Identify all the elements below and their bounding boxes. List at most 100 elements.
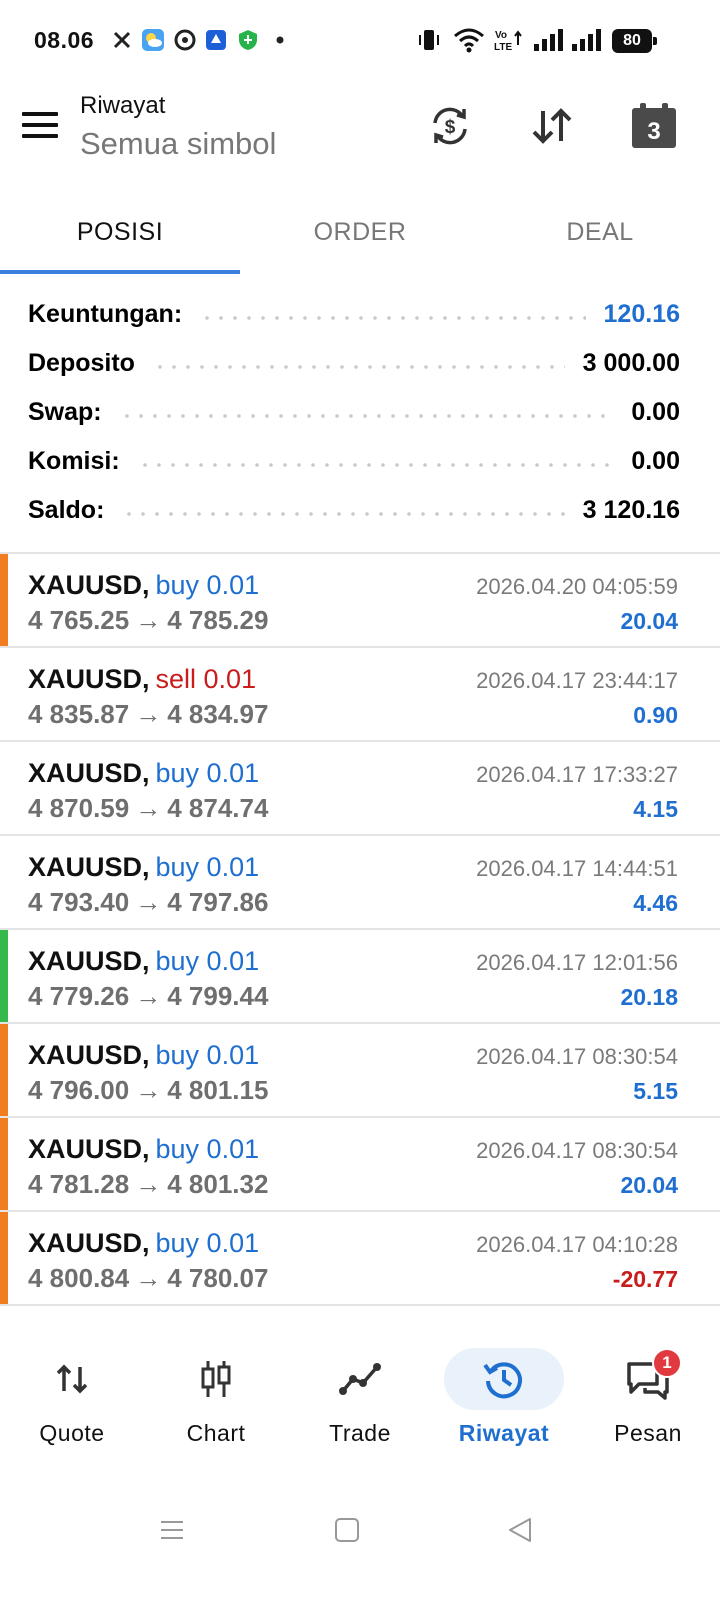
symbol-filter[interactable]: Semua simbol [80,126,276,162]
deal-row[interactable]: XAUUSD, sell 0.01 4 835.87 → 4 834.97 2026.04… [0,648,720,742]
currency-exchange-button[interactable]: $ [426,102,474,150]
circle-app-icon [173,28,197,52]
deal-open-price: 4 835.87 [28,699,130,729]
summary-row-profit: Keuntungan: 120.16 [28,290,680,339]
deal-symbol-line: XAUUSD, buy 0.01 [28,758,259,789]
deal-marker [0,836,8,928]
summary-label: Saldo: [28,496,105,524]
arrow-right-icon: → [135,605,162,635]
deal-row[interactable]: XAUUSD, buy 0.01 4 796.00 → 4 801.15 2026.04.… [0,1024,720,1118]
deal-profit: 0.90 [633,702,678,728]
deal-close-price: 4 801.15 [167,1075,269,1105]
signal-icon [570,28,602,52]
deal-close-price: 4 785.29 [167,605,269,635]
deal-prices: 4 793.40 → 4 797.86 [28,887,268,918]
deal-time: 2026.04.17 14:44:51 [476,856,678,881]
deal-side: buy 0.01 [155,852,260,882]
deal-profit: 20.18 [620,984,678,1010]
arrow-right-icon: → [135,1169,162,1199]
deal-time: 2026.04.17 04:10:28 [476,1232,678,1257]
deal-time: 2026.04.17 17:33:27 [476,762,678,787]
deal-prices: 4 800.84 → 4 780.07 [28,1263,268,1294]
deal-marker [0,1212,8,1304]
nav-riwayat[interactable]: Riwayat [432,1340,576,1470]
dot-icon [268,28,292,52]
deal-profit: 20.04 [620,1172,678,1198]
back-icon[interactable] [500,1510,540,1550]
arrow-right-icon: → [135,887,162,917]
deal-row[interactable]: XAUUSD, buy 0.01 4 765.25 → 4 785.29 2026.04.… [0,554,720,648]
deal-side: buy 0.01 [155,1228,260,1258]
deal-symbol: XAUUSD, [28,570,150,600]
summary-value: 3 120.16 [582,496,680,524]
summary-row-balance: Saldo: 3 120.16 [28,486,680,535]
deal-profit: 4.15 [633,796,678,822]
signal-icon [532,28,564,52]
deal-side: buy 0.01 [155,1134,260,1164]
deal-time: 2026.04.17 08:30:54 [476,1044,678,1069]
tab-deal[interactable]: DEAL [480,190,720,274]
system-navigation [0,1490,720,1570]
calendar-button[interactable]: 3 [630,102,678,150]
deal-profit: 5.15 [633,1078,678,1104]
summary-row-deposit: Deposito 3 000.00 [28,339,680,388]
deal-close-price: 4 874.74 [167,793,269,823]
tab-order[interactable]: ORDER [240,190,480,274]
x-icon [110,28,134,52]
quote-icon [12,1348,132,1410]
deal-marker [0,554,8,646]
app-bar: Riwayat Semua simbol $ 3 [0,84,720,184]
deal-row[interactable]: XAUUSD, buy 0.01 4 800.84 → 4 780.07 2026.04.… [0,1212,720,1306]
calendar-day: 3 [647,118,661,145]
home-icon[interactable] [327,1510,367,1550]
summary-label: Komisi: [28,447,120,475]
recent-apps-icon[interactable] [152,1510,192,1550]
deal-close-price: 4 797.86 [167,887,269,917]
bottom-navigation: Quote Chart Trade Riwayat 1 Pesan [0,1340,720,1470]
deal-row[interactable]: XAUUSD, buy 0.01 4 779.26 → 4 799.44 2026.04.… [0,930,720,1024]
deal-prices: 4 781.28 → 4 801.32 [28,1169,268,1200]
nav-label: Riwayat [458,1420,550,1446]
deal-prices: 4 765.25 → 4 785.29 [28,605,268,636]
nav-label: Pesan [614,1420,682,1446]
deal-side: buy 0.01 [155,946,260,976]
deal-time: 2026.04.17 08:30:54 [476,1138,678,1163]
deal-symbol-line: XAUUSD, buy 0.01 [28,1040,259,1071]
deal-symbol: XAUUSD, [28,758,150,788]
nav-pesan[interactable]: 1 Pesan [576,1340,720,1470]
summary-row-swap: Swap: 0.00 [28,388,680,437]
dotted-leader [152,364,565,369]
deal-prices: 4 835.87 → 4 834.97 [28,699,268,730]
deal-symbol: XAUUSD, [28,664,150,694]
weather-icon [141,28,165,52]
menu-icon[interactable] [22,112,58,142]
sort-arrows-icon [532,108,572,144]
nav-trade[interactable]: Trade [288,1340,432,1470]
app-icon [204,28,228,52]
deal-row[interactable]: XAUUSD, buy 0.01 4 781.28 → 4 801.32 2026.04.… [0,1118,720,1212]
sort-button[interactable] [528,102,576,150]
summary-value: 3 000.00 [582,349,680,377]
status-time: 08.06 [34,27,95,53]
deal-side: sell 0.01 [155,664,257,694]
deal-symbol-line: XAUUSD, buy 0.01 [28,946,259,977]
deal-row[interactable]: XAUUSD, buy 0.01 4 793.40 → 4 797.86 2026.04.… [0,836,720,930]
deal-prices: 4 870.59 → 4 874.74 [28,793,268,824]
deal-symbol-line: XAUUSD, sell 0.01 [28,664,256,695]
shield-icon [236,28,260,52]
deal-marker [0,930,8,1022]
summary-row-commission: Komisi: 0.00 [28,437,680,486]
deal-prices: 4 796.00 → 4 801.15 [28,1075,268,1106]
deal-profit: 4.46 [633,890,678,916]
nav-quote[interactable]: Quote [0,1340,144,1470]
deal-row[interactable]: XAUUSD, buy 0.01 4 870.59 → 4 874.74 2026.04.… [0,742,720,836]
svg-text:Vo: Vo [495,30,507,41]
vibrate-icon [416,28,442,52]
dotted-leader [200,315,586,320]
deal-side: buy 0.01 [155,1040,260,1070]
deal-profit: -20.77 [612,1266,678,1292]
nav-chart[interactable]: Chart [144,1340,288,1470]
dotted-leader [119,413,614,418]
tab-posisi[interactable]: POSISI [0,190,240,274]
deal-open-price: 4 800.84 [28,1263,130,1293]
